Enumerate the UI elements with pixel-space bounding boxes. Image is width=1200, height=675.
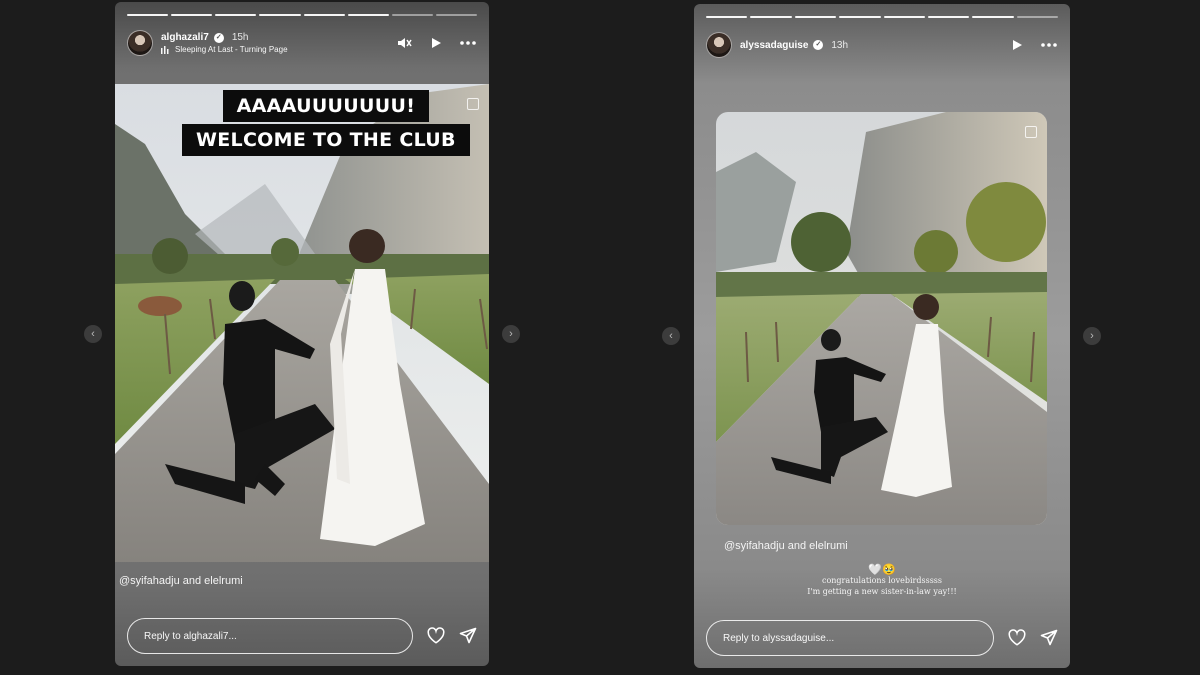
progress-segment — [347, 14, 389, 16]
sticker-line-2: WELCOME TO THE CLUB — [182, 124, 470, 156]
send-icon[interactable] — [1040, 629, 1058, 647]
music-bars-icon — [161, 45, 169, 54]
story-photo[interactable] — [716, 112, 1047, 525]
progress-segment — [972, 16, 1014, 18]
story-card-alyssadaguise[interactable]: alyssadaguise ✓ 13h @syifahadju and elel… — [694, 4, 1070, 668]
user-line: alghazali7 ✓ 15h — [161, 32, 288, 43]
timestamp: 13h — [831, 39, 849, 51]
progress-segment — [883, 16, 925, 18]
play-icon[interactable] — [427, 34, 445, 52]
user-line: alyssadaguise ✓ 13h — [740, 40, 848, 51]
progress-segment — [435, 14, 477, 16]
progress-segment — [259, 14, 301, 16]
progress-segment — [927, 16, 970, 18]
progress-segment — [303, 14, 345, 16]
play-icon[interactable] — [1008, 36, 1026, 54]
progress-segment — [391, 14, 433, 16]
progress-segment — [750, 16, 792, 18]
progress-segment — [171, 14, 213, 16]
progress-segment — [215, 14, 257, 16]
reply-input[interactable] — [127, 618, 413, 654]
music-track-label: Sleeping At Last - Turning Page — [175, 45, 288, 54]
progress-segment — [1016, 16, 1058, 18]
prev-story-arrow-icon[interactable]: ‹ — [84, 325, 102, 343]
avatar[interactable] — [706, 32, 732, 58]
stories-viewer: alghazali7 ✓ 15h Sleeping At Last - Turn… — [0, 0, 1200, 675]
username[interactable]: alghazali7 — [161, 32, 209, 43]
prev-story-arrow-icon[interactable]: ‹ — [662, 327, 680, 345]
story-header: alyssadaguise ✓ 13h — [706, 30, 1058, 60]
reply-bar — [706, 620, 1058, 656]
next-story-arrow-icon[interactable]: › — [502, 325, 520, 343]
story-meta: alghazali7 ✓ 15h Sleeping At Last - Turn… — [161, 32, 288, 54]
header-controls — [1008, 36, 1058, 54]
mention-caption[interactable]: @syifahadju and elelrumi — [119, 575, 243, 587]
timestamp: 15h — [231, 32, 249, 43]
progress-segment — [127, 14, 169, 16]
progress-segment — [794, 16, 837, 18]
heart-icon[interactable] — [1008, 629, 1026, 647]
music-track[interactable]: Sleeping At Last - Turning Page — [161, 45, 288, 54]
verified-badge-icon: ✓ — [213, 32, 224, 43]
progress-segment — [839, 16, 881, 18]
reply-bar — [127, 618, 477, 654]
more-icon[interactable] — [1040, 36, 1058, 54]
story-meta: alyssadaguise ✓ 13h — [740, 40, 848, 51]
mention-caption[interactable]: @syifahadju and elelrumi — [724, 540, 848, 552]
header-controls — [395, 34, 477, 52]
story-header: alghazali7 ✓ 15h Sleeping At Last - Turn… — [127, 28, 477, 58]
story-card-alghazali7[interactable]: alghazali7 ✓ 15h Sleeping At Last - Turn… — [115, 2, 489, 666]
heart-icon[interactable] — [427, 627, 445, 645]
story-progress-bar — [127, 14, 477, 16]
note-line-2: I'm getting a new sister-in-law yay!!! — [807, 587, 957, 596]
story-progress-bar — [706, 16, 1058, 18]
emoji-sticker: 🤍🥹 — [868, 563, 896, 576]
next-story-arrow-icon[interactable]: › — [1083, 327, 1101, 345]
mute-icon[interactable] — [395, 34, 413, 52]
avatar[interactable] — [127, 30, 153, 56]
send-icon[interactable] — [459, 627, 477, 645]
verified-badge-icon: ✓ — [813, 40, 824, 50]
note-line-1: congratulations lovebirdsssss — [821, 576, 943, 585]
more-icon[interactable] — [459, 34, 477, 52]
story-text-note: 🤍🥹 congratulations lovebirdsssss I'm get… — [694, 564, 1070, 597]
progress-segment — [706, 16, 748, 18]
reply-input[interactable] — [706, 620, 994, 656]
select-checkbox[interactable] — [1025, 126, 1037, 138]
text-sticker: AAAAUUUUUUU! WELCOME TO THE CLUB — [182, 90, 470, 156]
username[interactable]: alyssadaguise — [740, 40, 808, 51]
sticker-line-1: AAAAUUUUUUU! — [222, 90, 430, 122]
proposal-photo — [716, 112, 1047, 525]
